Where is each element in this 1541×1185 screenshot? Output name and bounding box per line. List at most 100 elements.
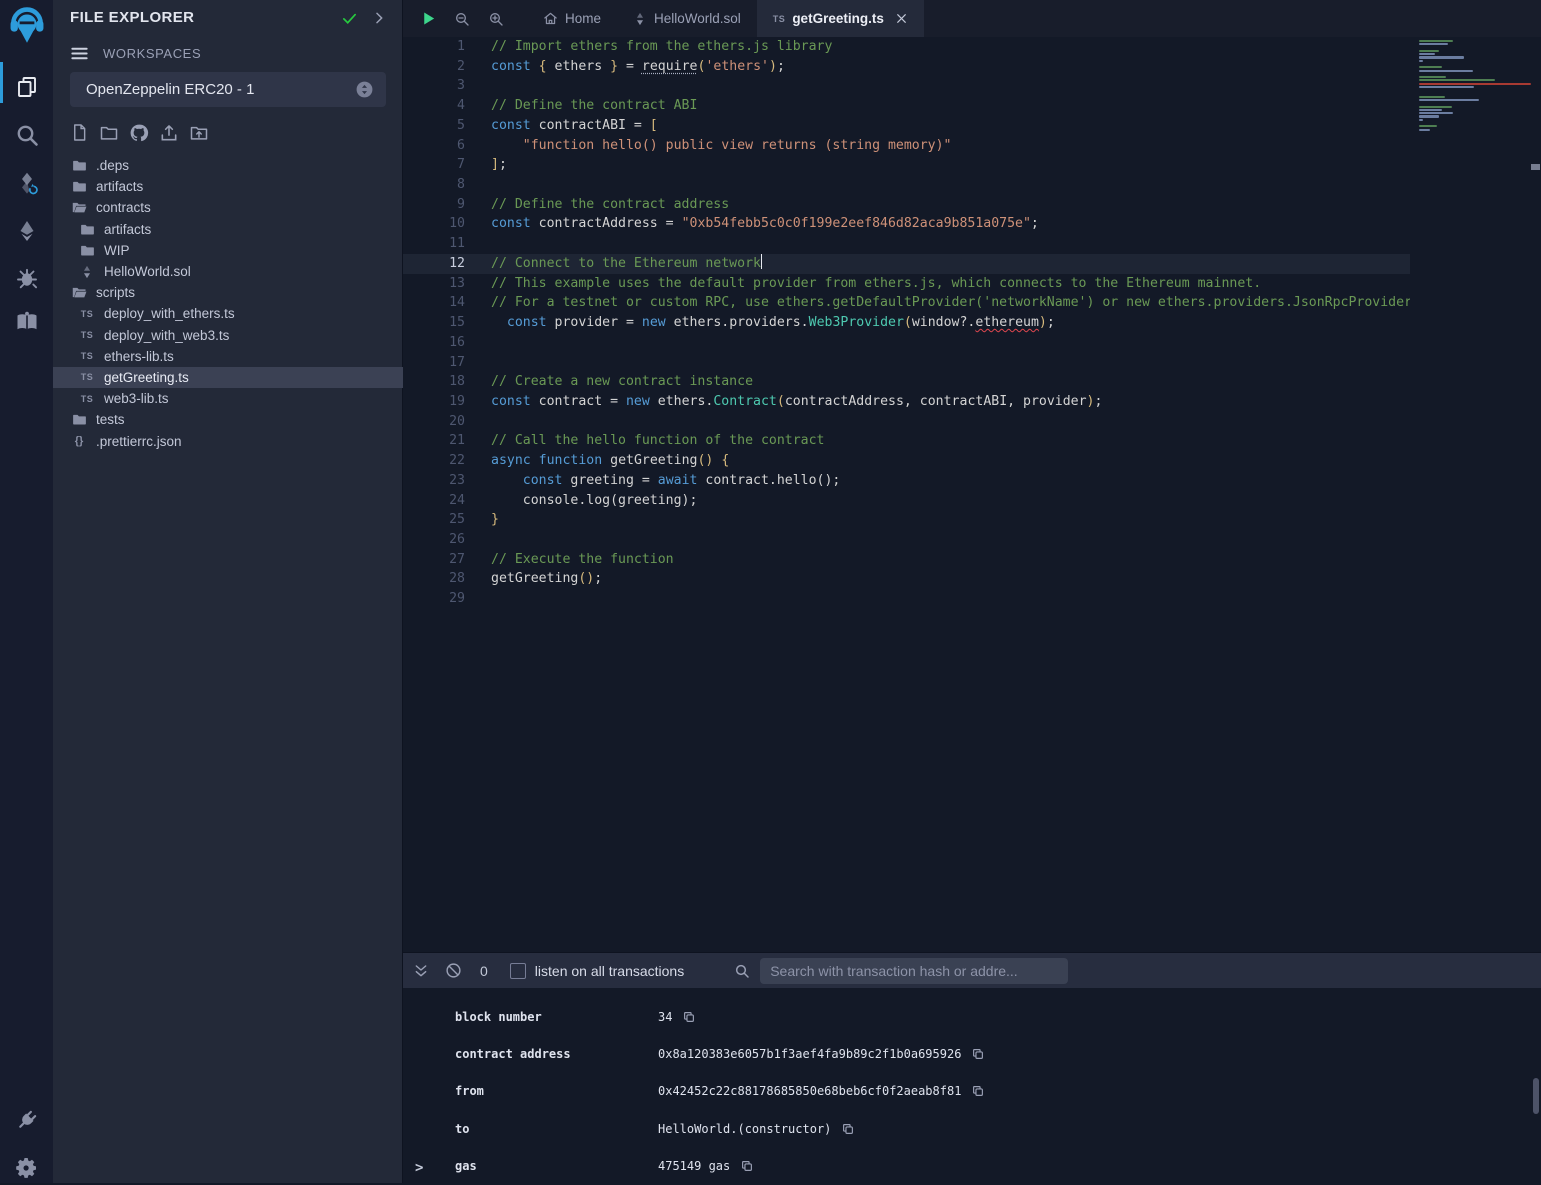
line-number: 2 (403, 57, 465, 77)
terminal-scrollbar-thumb[interactable] (1533, 1078, 1539, 1114)
line-number: 3 (403, 76, 465, 96)
code-line-12[interactable]: 12// Connect to the Ethereum network (403, 254, 1410, 274)
copy-icon[interactable] (971, 1084, 985, 1098)
code-line-29[interactable]: 29 (403, 589, 1410, 609)
code-line-23[interactable]: 23 const greeting = await contract.hello… (403, 471, 1410, 491)
line-number: 12 (403, 254, 465, 274)
activity-plugin-manager-icon[interactable] (0, 1104, 53, 1136)
code-line-19[interactable]: 19const contract = new ethers.Contract(c… (403, 392, 1410, 412)
tree-item-deploy_with_ethers.ts[interactable]: TSdeploy_with_ethers.ts (53, 303, 403, 324)
line-number: 9 (403, 195, 465, 215)
scrollbar-marker[interactable] (1531, 164, 1540, 170)
code-line-17[interactable]: 17 (403, 353, 1410, 373)
upload-file-icon[interactable] (159, 123, 179, 143)
tree-item-tests[interactable]: tests (53, 409, 403, 430)
code-line-25[interactable]: 25} (403, 510, 1410, 530)
tree-item-deploy_with_web3.ts[interactable]: TSdeploy_with_web3.ts (53, 325, 403, 346)
copy-icon[interactable] (841, 1122, 855, 1136)
tree-item-.deps[interactable]: .deps (53, 155, 403, 176)
tree-item-ethers-lib.ts[interactable]: TSethers-lib.ts (53, 346, 403, 367)
tree-item-artifacts[interactable]: artifacts (53, 176, 403, 197)
tab-getgreeting.ts[interactable]: TSgetGreeting.ts (757, 0, 924, 37)
copy-icon[interactable] (682, 1010, 696, 1024)
listen-all-transactions-checkbox[interactable] (510, 963, 526, 979)
code-line-8[interactable]: 8 (403, 175, 1410, 195)
ts-icon: TS (78, 351, 96, 361)
code-text: ]; (465, 155, 507, 175)
code-line-4[interactable]: 4// Define the contract ABI (403, 96, 1410, 116)
activity-solidity-compiler-icon[interactable] (0, 167, 53, 199)
collapse-terminal-icon[interactable] (413, 963, 429, 979)
copy-icon[interactable] (740, 1159, 754, 1173)
code-line-27[interactable]: 27// Execute the function (403, 550, 1410, 570)
chevron-right-icon[interactable] (371, 10, 387, 26)
code-line-9[interactable]: 9// Define the contract address (403, 195, 1410, 215)
activity-settings-icon[interactable] (0, 1152, 53, 1184)
workspace-dropdown[interactable]: OpenZeppelin ERC20 - 1 (70, 72, 386, 107)
code-line-5[interactable]: 5const contractABI = [ (403, 116, 1410, 136)
code-line-21[interactable]: 21// Call the hello function of the cont… (403, 431, 1410, 451)
terminal-prompt[interactable]: > (415, 1160, 423, 1176)
tab-helloworld.sol[interactable]: HelloWorld.sol (617, 0, 757, 37)
activity-search-icon[interactable] (0, 119, 53, 151)
new-file-icon[interactable] (70, 123, 89, 143)
tree-item-web3-lib.ts[interactable]: TSweb3-lib.ts (53, 388, 403, 409)
code-line-3[interactable]: 3 (403, 76, 1410, 96)
upload-folder-icon[interactable] (189, 123, 209, 143)
tree-item-label: artifacts (96, 179, 143, 194)
tabs: Home HelloWorld.solTSgetGreeting.ts (527, 0, 924, 37)
code-line-28[interactable]: 28getGreeting(); (403, 569, 1410, 589)
activity-debugger-icon[interactable] (0, 262, 53, 294)
code-line-13[interactable]: 13// This example uses the default provi… (403, 274, 1410, 294)
code-editor[interactable]: 1// Import ethers from the ethers.js lib… (403, 37, 1541, 952)
tree-item-getgreeting.ts[interactable]: TSgetGreeting.ts (53, 367, 403, 388)
tree-item-scripts[interactable]: scripts (53, 282, 403, 303)
code-line-22[interactable]: 22async function getGreeting() { (403, 451, 1410, 471)
activity-deploy-run-icon[interactable] (0, 215, 53, 247)
tree-item-contracts[interactable]: contracts (53, 197, 403, 218)
line-number: 23 (403, 471, 465, 491)
code-line-15[interactable]: 15 const provider = new ethers.providers… (403, 313, 1410, 333)
zoom-out-icon[interactable] (445, 0, 479, 37)
code-line-2[interactable]: 2const { ethers } = require('ethers'); (403, 57, 1410, 77)
tab-home[interactable]: Home (527, 0, 617, 37)
panel-title: FILE EXPLORER (70, 9, 194, 26)
clear-console-icon[interactable] (445, 962, 462, 979)
zoom-in-icon[interactable] (479, 0, 513, 37)
code-line-11[interactable]: 11 (403, 234, 1410, 254)
tree-item-.prettierrc.json[interactable]: {}.prettierrc.json (53, 430, 403, 451)
code-line-6[interactable]: 6 "function hello() public view returns … (403, 136, 1410, 156)
transaction-search-input[interactable] (760, 958, 1068, 984)
activity-file-explorer-icon[interactable] (0, 71, 53, 103)
code-line-1[interactable]: 1// Import ethers from the ethers.js lib… (403, 37, 1410, 57)
run-script-button[interactable] (411, 0, 445, 37)
tree-item-wip[interactable]: WIP (53, 240, 403, 261)
code-line-26[interactable]: 26 (403, 530, 1410, 550)
activity-learn-icon[interactable] (0, 306, 53, 338)
tree-item-helloworld.sol[interactable]: HelloWorld.sol (53, 261, 403, 282)
code-line-18[interactable]: 18// Create a new contract instance (403, 372, 1410, 392)
line-number: 25 (403, 510, 465, 530)
remix-logo-icon[interactable] (0, 3, 53, 49)
transaction-details: block number34contract address0x8a120383… (403, 988, 1541, 1185)
close-tab-icon[interactable] (895, 12, 908, 25)
line-number: 21 (403, 431, 465, 451)
github-icon[interactable] (129, 123, 149, 143)
code-line-16[interactable]: 16 (403, 333, 1410, 353)
folder-open-icon (70, 284, 88, 301)
tree-item-artifacts[interactable]: artifacts (53, 219, 403, 240)
ts-icon: TS (773, 14, 786, 24)
tab-label: Home (565, 11, 601, 26)
new-folder-icon[interactable] (99, 123, 119, 143)
tree-item-label: artifacts (104, 222, 151, 237)
workspaces-menu-icon[interactable] (70, 44, 89, 63)
copy-icon[interactable] (971, 1047, 985, 1061)
code-line-7[interactable]: 7]; (403, 155, 1410, 175)
code-line-14[interactable]: 14// For a testnet or custom RPC, use et… (403, 293, 1410, 313)
minimap[interactable] (1419, 40, 1531, 135)
code-line-10[interactable]: 10const contractAddress = "0xb54febb5c0c… (403, 214, 1410, 234)
code-text (465, 589, 491, 609)
code-line-20[interactable]: 20 (403, 412, 1410, 432)
code-line-24[interactable]: 24 console.log(greeting); (403, 491, 1410, 511)
sort-updown-icon (355, 80, 374, 99)
